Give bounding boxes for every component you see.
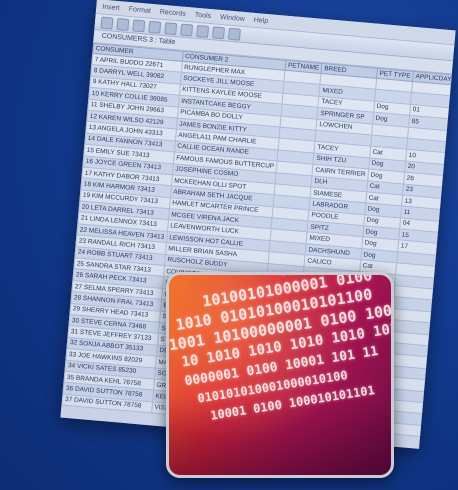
table-cell[interactable]: 052262 (434, 289, 456, 304)
print-icon[interactable] (132, 19, 146, 33)
table-cell[interactable]: 031262 (450, 107, 456, 123)
menu-item[interactable]: Records (160, 8, 187, 17)
table-cell[interactable]: 050182 (439, 232, 456, 248)
table-cell[interactable]: 052262 (435, 277, 456, 293)
table-cell[interactable]: 040182 (448, 130, 456, 146)
new-icon[interactable] (100, 16, 114, 30)
table-cell[interactable]: 041102 (441, 209, 456, 225)
table-cell[interactable]: 041102 (442, 198, 456, 214)
find-icon[interactable] (227, 27, 241, 41)
table-cell[interactable]: 041302 (445, 164, 456, 180)
stage: Insert Format Records Tools Window Help CONSU… (0, 0, 458, 490)
column-header[interactable]: TODAY (453, 75, 456, 89)
table-cell[interactable] (447, 141, 456, 157)
menu-item[interactable]: Window (220, 13, 245, 22)
table-cell[interactable]: Pet's Cl (429, 345, 456, 361)
menu-item[interactable]: Tools (194, 11, 211, 19)
copy-icon[interactable] (164, 22, 178, 36)
save-icon[interactable] (116, 17, 130, 31)
table-cell[interactable]: Pet's Cl (431, 323, 456, 338)
table-cell[interactable]: Pet's Cl (427, 368, 456, 384)
table-cell[interactable]: 031262 (451, 96, 456, 112)
table-cell[interactable]: Pet's Cl (430, 334, 456, 350)
filter-icon[interactable] (212, 26, 226, 40)
paste-icon[interactable] (180, 23, 194, 37)
table-cell[interactable]: Superpet (424, 402, 456, 418)
table-cell[interactable]: Quintessen (422, 425, 456, 441)
table-cell[interactable]: 040182 (449, 119, 456, 134)
table-cell[interactable]: Petland (425, 391, 456, 407)
table-cell[interactable]: Superpet (423, 414, 456, 429)
sort-icon[interactable] (196, 24, 210, 38)
table-cell[interactable]: Pet's Cl (433, 300, 456, 316)
table-cell[interactable]: 052262 (438, 243, 456, 259)
binary-code-photo: 0100 1010 101010100101000001 01001010 01… (166, 272, 394, 478)
table-cell[interactable]: Petland (426, 380, 456, 395)
table-cell[interactable]: 041002 (446, 153, 456, 168)
menu-item[interactable]: Help (253, 16, 268, 24)
cut-icon[interactable] (148, 20, 162, 34)
table-cell[interactable] (452, 85, 456, 100)
binary-code-text: 0100 1010 101010100101000001 01001010 01… (169, 275, 391, 435)
table-cell[interactable]: Pet's Cl (428, 357, 456, 372)
table-cell[interactable]: 052262 (436, 266, 456, 282)
table-cell[interactable]: Pet's Cl (432, 311, 456, 327)
table-cell[interactable]: 050182 (440, 221, 456, 236)
table-cell[interactable]: 052262 (437, 255, 456, 270)
menu-item[interactable]: Format (128, 5, 151, 14)
table-cell[interactable]: 032502 (443, 187, 456, 202)
table-cell[interactable]: 032502 (444, 175, 456, 191)
menu-item[interactable]: Insert (102, 3, 120, 11)
